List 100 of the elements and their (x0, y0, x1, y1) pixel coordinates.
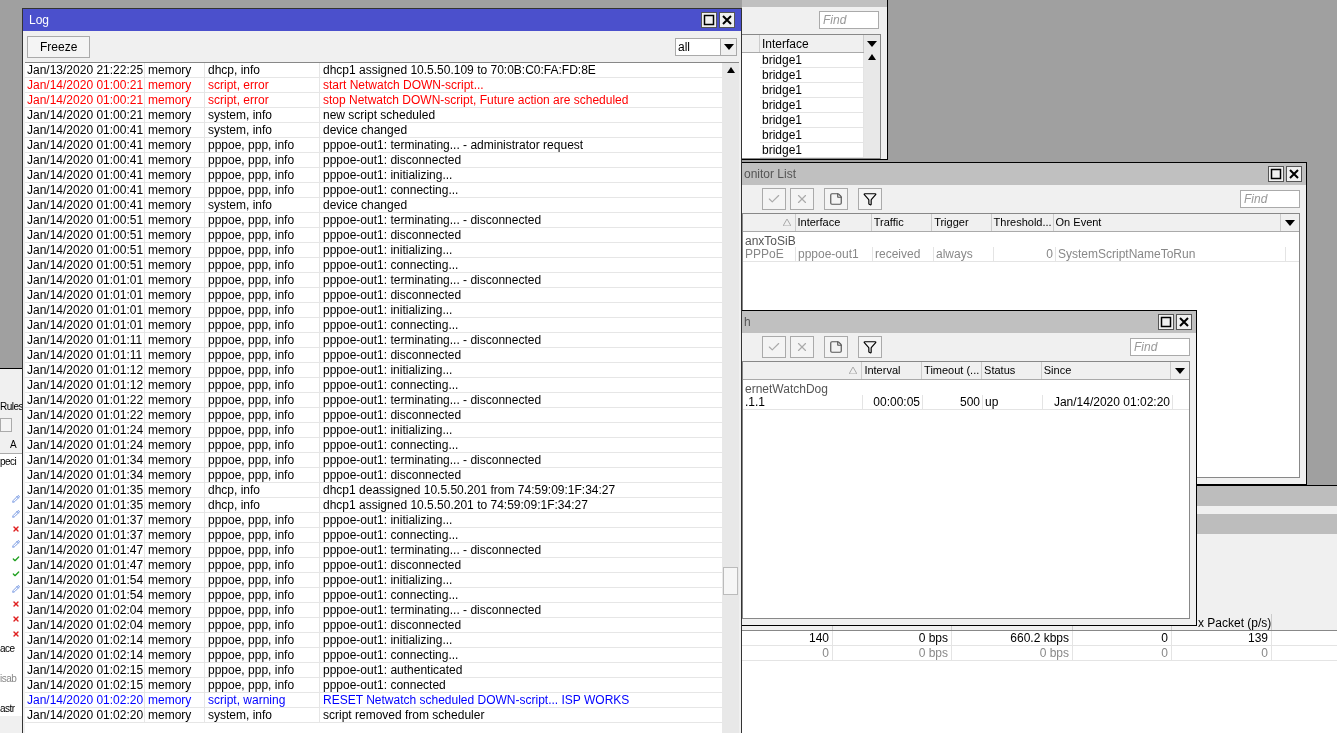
scroll-thumb[interactable] (723, 567, 738, 595)
log-row[interactable]: Jan/14/2020 01:01:47 memory pppoe, ppp, info pppoe-out1: terminating... - disconnected (25, 543, 722, 558)
log-row[interactable]: Jan/14/2020 01:00:51 memory pppoe, ppp, info pppoe-out1: disconnected (25, 228, 722, 243)
log-row[interactable]: Jan/14/2020 01:02:14 memory pppoe, ppp, info pppoe-out1: initializing... (25, 633, 722, 648)
table-cell: pppoe, ppp, info (205, 213, 320, 227)
log-row[interactable]: Jan/14/2020 01:01:47 memory pppoe, ppp, info pppoe-out1: disconnected (25, 558, 722, 573)
table-cell: dhcp, info (205, 498, 320, 512)
maximize-icon[interactable] (1158, 314, 1174, 330)
column-header[interactable]: x Packet (p/s) (1198, 616, 1272, 630)
maximize-icon[interactable] (1268, 166, 1284, 182)
log-row[interactable]: Jan/14/2020 01:02:20 memory system, info script removed from scheduler (25, 708, 722, 723)
log-row[interactable]: Jan/14/2020 01:00:51 memory pppoe, ppp, info pppoe-out1: initializing... (25, 243, 722, 258)
comment-button[interactable] (824, 188, 848, 210)
column-header[interactable]: Interval (862, 362, 923, 379)
log-row[interactable]: Jan/14/2020 01:01:24 memory pppoe, ppp, info pppoe-out1: initializing... (25, 423, 722, 438)
table-cell: pppoe-out1 (796, 247, 873, 261)
log-row[interactable]: Jan/14/2020 01:01:01 memory pppoe, ppp, info pppoe-out1: disconnected (25, 288, 722, 303)
table-cell-text: device changed (322, 198, 409, 212)
log-row[interactable]: Jan/14/2020 01:01:37 memory pppoe, ppp, info pppoe-out1: connecting... (25, 528, 722, 543)
log-row[interactable]: Jan/14/2020 01:01:01 memory pppoe, ppp, info pppoe-out1: terminating... - disconnected (25, 273, 722, 288)
log-row[interactable]: Jan/14/2020 01:02:04 memory pppoe, ppp, info pppoe-out1: terminating... - disconnected (25, 603, 722, 618)
log-row[interactable]: Jan/14/2020 01:00:41 memory pppoe, ppp, info pppoe-out1: terminating... - administrator request (25, 138, 722, 153)
log-row[interactable]: Jan/14/2020 01:02:14 memory pppoe, ppp, info pppoe-out1: connecting... (25, 648, 722, 663)
log-row[interactable]: Jan/14/2020 01:00:21 memory script, error start Netwatch DOWN-script... (25, 78, 722, 93)
log-row[interactable]: Jan/14/2020 01:00:41 memory system, info device changed (25, 123, 722, 138)
note-icon (829, 192, 843, 206)
table-cell: memory (145, 168, 205, 182)
log-row[interactable]: Jan/14/2020 01:02:20 memory script, warning RESET Netwatch scheduled DOWN-script... ISP WORKS (25, 693, 722, 708)
column-menu-icon[interactable] (1174, 366, 1187, 375)
comment-button[interactable] (824, 336, 848, 358)
column-header[interactable]: Trigger (932, 214, 992, 231)
log-row[interactable]: Jan/14/2020 01:01:54 memory pppoe, ppp, info pppoe-out1: connecting... (25, 588, 722, 603)
log-row[interactable]: Jan/14/2020 01:01:37 memory pppoe, ppp, info pppoe-out1: initializing... (25, 513, 722, 528)
log-row[interactable]: Jan/14/2020 01:01:54 memory pppoe, ppp, info pppoe-out1: initializing... (25, 573, 722, 588)
column-header[interactable]: On Event (1053, 214, 1282, 231)
table-cell: Jan/14/2020 01:00:51 (25, 213, 145, 227)
log-row[interactable]: Jan/14/2020 01:00:51 memory pppoe, ppp, info pppoe-out1: connecting... (25, 258, 722, 273)
column-header[interactable]: A (0, 436, 22, 454)
column-header[interactable]: Traffic (871, 214, 933, 231)
table-cell: memory (145, 363, 205, 377)
log-row[interactable]: Jan/13/2020 21:22:25 memory dhcp, info dhcp1 assigned 10.5.50.109 to 70:0B:C0:FA:FD:8E (25, 63, 722, 78)
column-header[interactable]: Timeout (... (922, 362, 983, 379)
list-row[interactable]: .1.1 00:00:05 500 up Jan/14/2020 01:02:20 (743, 395, 1189, 410)
log-row[interactable]: Jan/14/2020 01:02:15 memory pppoe, ppp, info pppoe-out1: connected (25, 678, 722, 693)
maximize-icon[interactable] (701, 12, 717, 28)
log-row[interactable]: Jan/14/2020 01:00:41 memory pppoe, ppp, info pppoe-out1: connecting... (25, 183, 722, 198)
scroll-up-icon[interactable] (867, 53, 877, 61)
column-header[interactable]: Since (1041, 362, 1172, 379)
log-row[interactable]: Jan/14/2020 01:00:41 memory pppoe, ppp, info pppoe-out1: initializing... (25, 168, 722, 183)
table-cell-text: pppoe-out1: disconnected (322, 288, 463, 302)
log-row[interactable]: Jan/14/2020 01:00:41 memory pppoe, ppp, info pppoe-out1: disconnected (25, 153, 722, 168)
close-icon[interactable] (1176, 314, 1192, 330)
table-cell: pppoe, ppp, info (205, 168, 320, 182)
log-row[interactable]: Jan/14/2020 01:01:01 memory pppoe, ppp, info pppoe-out1: connecting... (25, 318, 722, 333)
find-field[interactable]: Find (1240, 190, 1300, 208)
column-menu-icon[interactable] (1284, 218, 1297, 227)
table-cell: Jan/14/2020 01:01:22 (25, 393, 145, 407)
column-header[interactable]: Interface (795, 214, 872, 231)
table-cell: Jan/14/2020 01:02:04 (25, 603, 145, 617)
column-header[interactable]: Threshold... (991, 214, 1054, 231)
close-icon[interactable] (719, 12, 735, 28)
log-row[interactable]: Jan/14/2020 01:01:35 memory dhcp, info dhcp1 deassigned 10.5.50.201 from 74:59:09:1F:34:27 (25, 483, 722, 498)
table-cell-text: pppoe-out1: disconnected (322, 153, 463, 167)
table-cell-text: pppoe-out1: authenticated (322, 663, 464, 677)
log-row[interactable]: Jan/14/2020 01:01:12 memory pppoe, ppp, info pppoe-out1: initializing... (25, 363, 722, 378)
log-row[interactable]: Jan/14/2020 01:00:41 memory system, info device changed (25, 198, 722, 213)
log-row[interactable]: Jan/14/2020 01:00:51 memory pppoe, ppp, info pppoe-out1: terminating... - disconnected (25, 213, 722, 228)
filter-dropdown[interactable]: all (675, 37, 737, 56)
log-row[interactable]: Jan/14/2020 01:01:22 memory pppoe, ppp, info pppoe-out1: disconnected (25, 408, 722, 423)
filter-button[interactable] (858, 336, 882, 358)
dropdown-icon[interactable] (722, 42, 735, 51)
log-row[interactable]: Jan/14/2020 01:01:24 memory pppoe, ppp, info pppoe-out1: connecting... (25, 438, 722, 453)
log-row[interactable]: Jan/14/2020 01:00:21 memory system, info new script scheduled (25, 108, 722, 123)
table-cell-text: isab (0, 672, 18, 686)
freeze-button[interactable]: Freeze (27, 35, 91, 58)
table-cell-text: pppoe-out1: initializing... (322, 423, 454, 437)
find-field[interactable]: Find (1130, 338, 1190, 356)
table-cell: dhcp, info (205, 63, 320, 77)
log-row[interactable]: Jan/14/2020 01:00:21 memory script, error stop Netwatch DOWN-script, Future action are scheduled (25, 93, 722, 108)
log-row[interactable]: Jan/14/2020 01:02:15 memory pppoe, ppp, info pppoe-out1: authenticated (25, 663, 722, 678)
log-row[interactable]: Jan/14/2020 01:01:22 memory pppoe, ppp, info pppoe-out1: terminating... - disconnected (25, 393, 722, 408)
log-row[interactable]: Jan/14/2020 01:01:12 memory pppoe, ppp, info pppoe-out1: connecting... (25, 378, 722, 393)
filter-button[interactable] (858, 188, 882, 210)
log-row[interactable]: Jan/14/2020 01:01:35 memory dhcp, info dhcp1 assigned 10.5.50.201 to 74:59:09:1F:34:27 (25, 498, 722, 513)
log-row[interactable]: Jan/14/2020 01:01:11 memory pppoe, ppp, info pppoe-out1: terminating... - disconnected (25, 333, 722, 348)
table-cell: always (934, 247, 994, 261)
log-row[interactable]: Jan/14/2020 01:01:34 memory pppoe, ppp, info pppoe-out1: terminating... - disconnected (25, 453, 722, 468)
column-menu-icon[interactable] (866, 40, 878, 48)
table-cell: memory (145, 258, 205, 272)
cross-icon (12, 599, 20, 608)
find-field[interactable]: Find (819, 11, 879, 30)
scrollbar[interactable] (722, 63, 739, 733)
close-icon[interactable] (1286, 166, 1302, 182)
table-cell: memory (145, 543, 205, 557)
log-row[interactable]: Jan/14/2020 01:01:11 memory pppoe, ppp, info pppoe-out1: disconnected (25, 348, 722, 363)
log-row[interactable]: Jan/14/2020 01:02:04 memory pppoe, ppp, info pppoe-out1: disconnected (25, 618, 722, 633)
list-row[interactable]: 140 0 bps 660.2 kbps 0 139 (742, 631, 1337, 646)
log-row[interactable]: Jan/14/2020 01:01:34 memory pppoe, ppp, info pppoe-out1: disconnected (25, 468, 722, 483)
column-header[interactable]: Status (982, 362, 1042, 379)
log-row[interactable]: Jan/14/2020 01:01:01 memory pppoe, ppp, info pppoe-out1: initializing... (25, 303, 722, 318)
